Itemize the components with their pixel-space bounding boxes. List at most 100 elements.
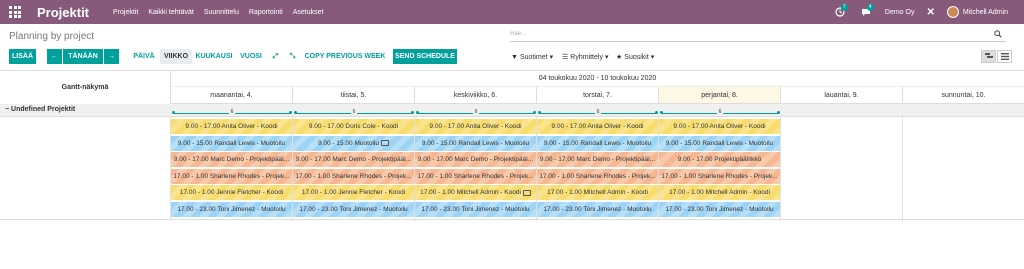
- prev-button[interactable]: ←: [47, 49, 62, 64]
- capacity-value: 6: [594, 109, 602, 115]
- day-header-2: keskiviikko, 6.: [415, 87, 537, 104]
- shift-label: 9.00 - 15.00 Muotoilu: [317, 139, 380, 147]
- user-menu[interactable]: Mitchell Admin: [963, 9, 1008, 16]
- gantt-view-icon[interactable]: [981, 50, 996, 63]
- messages-icon[interactable]: 4: [859, 4, 874, 19]
- user-avatar[interactable]: [946, 6, 959, 18]
- shift-pill[interactable]: 9.00 - 17.00 Doris Cole - Koodi: [293, 119, 414, 134]
- collapse-icon[interactable]: ⤡: [285, 49, 300, 64]
- shift-pill[interactable]: 17.00 - 23.00 Toni Jimenez - Muotoilu: [415, 201, 536, 217]
- shift-pill[interactable]: 17.00 - 23.00 Toni Jimenez - Muotoilu: [537, 201, 658, 217]
- page-title: Planning by project: [9, 31, 95, 42]
- menu-projects[interactable]: Projektit: [113, 9, 138, 16]
- shift-label: 17.00 - 23.00 Toni Jimenez - Muotoilu: [543, 205, 652, 213]
- search-input[interactable]: Hae...: [510, 29, 1006, 42]
- shift-label: 17.00 - 23.00 Toni Jimenez - Muotoilu: [177, 205, 286, 213]
- list-view-icon[interactable]: [997, 50, 1012, 63]
- grid-line: [902, 117, 903, 221]
- activity-icon[interactable]: 7: [833, 4, 848, 19]
- menu-all-tasks[interactable]: Kaikki tehtävät: [148, 9, 194, 16]
- caret-down-icon: ▾: [549, 54, 554, 61]
- shift-pill[interactable]: 9.00 - 15.00 Randall Lewis - Muotoilu: [415, 135, 536, 151]
- shift-pill[interactable]: 17.00 - 1.00 Sharlene Rhodes - Projek...: [415, 168, 536, 184]
- shift-pill[interactable]: 9.00 - 15.00 Muotoilu: [293, 135, 414, 151]
- capacity-value: 6: [472, 109, 480, 115]
- favorites-dropdown[interactable]: ★ Suosikit ▾: [616, 53, 655, 62]
- shift-pill[interactable]: 17.00 - 1.00 Sharlene Rhodes - Projek...: [293, 168, 414, 184]
- shift-pill[interactable]: 9.00 - 17.00 Marc Demo - Projektipääl...: [537, 152, 658, 167]
- shift-pill[interactable]: 17.00 - 1.00 Sharlene Rhodes - Projek...: [537, 168, 658, 184]
- copy-previous-week-button[interactable]: COPY PREVIOUS WEEK: [303, 49, 387, 64]
- shift-pill[interactable]: 9.00 - 17.00 Anita Oliver - Koodi: [659, 119, 780, 134]
- shift-label: 17.00 - 1.00 Jennie Fletcher - Koodi: [179, 189, 284, 196]
- shift-label: 9.00 - 15.00 Randall Lewis - Muotoilu: [665, 139, 774, 147]
- shift-pill[interactable]: 9.00 - 17.00 Marc Demo - Projektipääl...: [293, 152, 414, 167]
- shift-pill[interactable]: 17.00 - 1.00 Sharlene Rhodes - Projek...: [659, 168, 780, 184]
- debug-close-icon[interactable]: ✕: [926, 7, 934, 18]
- shift-pill[interactable]: 9.00 - 17.00 Anita Oliver - Koodi: [415, 119, 536, 134]
- shift-label: 9.00 - 15.00 Randall Lewis - Muotoilu: [543, 139, 652, 147]
- messages-badge: 4: [866, 4, 874, 11]
- shift-pill[interactable]: 9.00 - 17.00 Marc Demo - Projektipääl...: [415, 152, 536, 167]
- menu-settings[interactable]: Asetukset: [293, 9, 324, 16]
- day-header-3: torstai, 7.: [537, 87, 659, 104]
- menu-reporting[interactable]: Raportointi: [249, 9, 283, 16]
- shift-label: 17.00 - 23.00 Toni Jimenez - Muotoilu: [421, 205, 530, 213]
- main-menu: Projektit Kaikki tehtävät Suunnittelu Ra…: [113, 9, 323, 16]
- scale-year[interactable]: VUOSI: [237, 49, 265, 64]
- capacity-bar: 6: [537, 109, 659, 116]
- shift-pill[interactable]: 17.00 - 23.00 Toni Jimenez - Muotoilu: [659, 201, 780, 217]
- day-header-5: lauantai, 9.: [781, 87, 903, 104]
- send-schedule-button[interactable]: SEND SCHEDULE: [393, 49, 457, 64]
- shift-label: 9.00 - 17.00 Marc Demo - Projektipääl...: [173, 156, 290, 163]
- caret-down-icon: ▾: [650, 54, 655, 61]
- menu-planning[interactable]: Suunnittelu: [204, 9, 239, 16]
- group-toggle[interactable]: − Undefined Projektit: [5, 106, 75, 113]
- shift-pill[interactable]: 9.00 - 15.00 Randall Lewis - Muotoilu: [659, 135, 780, 151]
- shift-pill[interactable]: 9.00 - 17.00 Projektipäällikkö: [659, 152, 780, 167]
- scale-week[interactable]: VIIKKO: [160, 49, 192, 64]
- gantt-row-header: Gantt-näkymä: [0, 71, 171, 104]
- shift-label: 9.00 - 15.00 Randall Lewis - Muotoilu: [177, 139, 286, 147]
- filters-dropdown[interactable]: ▼ Suotimet ▾: [511, 53, 554, 62]
- capacity-value: 6: [350, 109, 358, 115]
- scale-month[interactable]: KUUKAUSI: [194, 49, 234, 64]
- activity-badge: 7: [840, 4, 848, 11]
- expand-icon[interactable]: ⤢: [268, 49, 283, 64]
- shift-label: 9.00 - 17.00 Anita Oliver - Koodi: [673, 123, 766, 130]
- shift-pill[interactable]: 17.00 - 1.00 Jennie Fletcher - Koodi: [293, 185, 414, 200]
- shift-label: 17.00 - 1.00 Sharlene Rhodes - Projek...: [173, 172, 290, 180]
- scale-day[interactable]: PÄIVÄ: [130, 49, 158, 64]
- shift-label: 17.00 - 1.00 Sharlene Rhodes - Projek...: [417, 172, 534, 180]
- shift-pill[interactable]: 17.00 - 1.00 Mitchell Admin - Koodi: [537, 185, 658, 200]
- search-icon[interactable]: [994, 30, 1002, 38]
- apps-menu-icon[interactable]: [8, 5, 22, 19]
- company-switcher[interactable]: Demo Oy: [885, 9, 915, 16]
- star-icon: ★: [616, 54, 623, 61]
- shift-pill[interactable]: 17.00 - 1.00 Jennie Fletcher - Koodi: [171, 185, 292, 200]
- shift-label: 17.00 - 1.00 Mitchell Admin - Koodi: [420, 189, 521, 196]
- shift-pill[interactable]: 17.00 - 23.00 Toni Jimenez - Muotoilu: [171, 201, 292, 217]
- shift-pill[interactable]: 9.00 - 17.00 Anita Oliver - Koodi: [171, 119, 292, 134]
- gantt-view: Gantt-näkymä 04 toukokuu 2020 - 10 touko…: [0, 70, 1024, 221]
- shift-pill[interactable]: 9.00 - 17.00 Marc Demo - Projektipääl...: [171, 152, 292, 167]
- shift-pill[interactable]: 9.00 - 15.00 Randall Lewis - Muotoilu: [537, 135, 658, 151]
- shift-pill[interactable]: 17.00 - 1.00 Sharlene Rhodes - Projek...: [171, 168, 292, 184]
- shift-pill[interactable]: 17.00 - 1.00 Mitchell Admin - Koodi: [415, 185, 536, 200]
- groupby-dropdown[interactable]: ☰ Ryhmittely ▾: [562, 53, 608, 62]
- add-button[interactable]: LISÄÄ: [9, 49, 36, 64]
- day-header-6: sunnuntai, 10.: [903, 87, 1024, 104]
- shift-pill[interactable]: 17.00 - 1.00 Mitchell Admin - Koodi: [659, 185, 780, 200]
- group-label: Undefined Projektit: [11, 106, 76, 113]
- grid-line: [780, 117, 781, 221]
- shift-label: 17.00 - 1.00 Mitchell Admin - Koodi: [669, 189, 770, 196]
- shift-label: 17.00 - 1.00 Jennie Fletcher - Koodi: [301, 189, 406, 196]
- app-brand[interactable]: Projektit: [37, 5, 89, 20]
- today-button[interactable]: TÄNÄÄN: [63, 49, 103, 64]
- next-button[interactable]: →: [104, 49, 119, 64]
- shift-pill[interactable]: 17.00 - 23.00 Toni Jimenez - Muotoilu: [293, 201, 414, 217]
- shift-label: 9.00 - 17.00 Anita Oliver - Koodi: [429, 123, 522, 130]
- shift-pill[interactable]: 9.00 - 17.00 Anita Oliver - Koodi: [537, 119, 658, 134]
- groupby-label: Ryhmittely: [570, 53, 603, 61]
- shift-pill[interactable]: 9.00 - 15.00 Randall Lewis - Muotoilu: [171, 135, 292, 151]
